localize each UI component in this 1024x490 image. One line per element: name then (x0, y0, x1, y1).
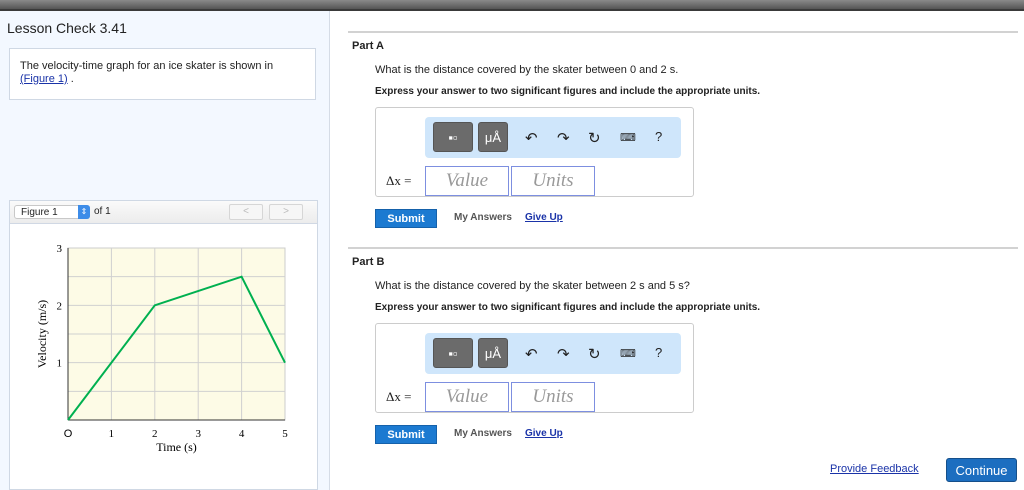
x-tick-label: 2 (152, 428, 158, 440)
x-axis-label: Time (s) (156, 440, 197, 454)
divider (348, 31, 1018, 33)
math-toolbar: ▪▫ μÅ ↶ ↷ ↻ ⌨ ? (425, 117, 681, 158)
figure-header: Figure 1 ⇕ of 1 < > (10, 201, 317, 224)
reset-icon[interactable]: ↻ (588, 345, 601, 363)
intro-text: The velocity-time graph for an ice skate… (20, 60, 274, 72)
y-axis-label: Velocity (m/s) (35, 300, 49, 368)
question-text: What is the distance covered by the skat… (375, 64, 679, 76)
figure-count: of 1 (94, 206, 111, 217)
submit-button[interactable]: Submit (375, 209, 437, 228)
help-icon[interactable]: ? (655, 345, 662, 360)
variable-label: Δx = (386, 389, 412, 404)
next-figure-button[interactable]: > (269, 204, 303, 220)
velocity-time-chart: O 1 2 3 4 5123Time (s)Velocity (m/s) (35, 243, 288, 454)
instruction-text: Express your answer to two significant f… (375, 302, 761, 313)
intro-after: . (67, 73, 74, 85)
select-arrows-icon: ⇕ (78, 205, 90, 219)
reset-icon[interactable]: ↻ (588, 129, 601, 147)
y-tick-label: 3 (57, 243, 63, 255)
undo-icon[interactable]: ↶ (525, 129, 538, 147)
redo-icon[interactable]: ↷ (557, 345, 570, 363)
x-tick-label: 4 (239, 428, 245, 440)
answer-box: ▪▫ μÅ ↶ ↷ ↻ ⌨ ? Δx = Value Units (375, 107, 694, 197)
math-toolbar: ▪▫ μÅ ↶ ↷ ↻ ⌨ ? (425, 333, 681, 374)
undo-icon[interactable]: ↶ (525, 345, 538, 363)
give-up-link[interactable]: Give Up (525, 212, 563, 223)
figure-select-value: Figure 1 (21, 207, 58, 218)
part-label: Part B (352, 256, 385, 268)
units-input[interactable]: Units (511, 382, 595, 412)
answer-box: ▪▫ μÅ ↶ ↷ ↻ ⌨ ? Δx = Value Units (375, 323, 694, 413)
help-icon[interactable]: ? (655, 129, 662, 144)
value-input[interactable]: Value (425, 166, 509, 196)
units-input[interactable]: Units (511, 166, 595, 196)
x-tick-label: O (64, 428, 73, 440)
units-button[interactable]: μÅ (478, 122, 508, 152)
template-button[interactable]: ▪▫ (433, 338, 473, 368)
variable-label: Δx = (386, 173, 412, 188)
keyboard-icon[interactable]: ⌨ (620, 131, 636, 144)
my-answers-link[interactable]: My Answers (454, 428, 512, 439)
submit-button[interactable]: Submit (375, 425, 437, 444)
part-label: Part A (352, 40, 384, 52)
divider (348, 247, 1018, 249)
give-up-link[interactable]: Give Up (525, 428, 563, 439)
intro-box: The velocity-time graph for an ice skate… (9, 48, 316, 100)
continue-button[interactable]: Continue (946, 458, 1017, 482)
x-tick-label: 3 (195, 428, 201, 440)
top-bar (0, 0, 1024, 11)
figure-link[interactable]: (Figure 1) (20, 73, 68, 85)
prev-figure-button[interactable]: < (229, 204, 263, 220)
provide-feedback-link[interactable]: Provide Feedback (830, 463, 919, 475)
y-tick-label: 1 (57, 358, 63, 370)
units-button[interactable]: μÅ (478, 338, 508, 368)
redo-icon[interactable]: ↷ (557, 129, 570, 147)
instruction-text: Express your answer to two significant f… (375, 86, 761, 97)
template-button[interactable]: ▪▫ (433, 122, 473, 152)
figure-select[interactable]: Figure 1 ⇕ (14, 205, 90, 219)
x-tick-label: 5 (282, 428, 288, 440)
figure-panel: Figure 1 ⇕ of 1 < > O 1 2 3 4 5 1 2 3 Time (s) Velo… (9, 200, 318, 490)
value-input[interactable]: Value (425, 382, 509, 412)
x-tick-label: 1 (109, 428, 115, 440)
keyboard-icon[interactable]: ⌨ (620, 347, 636, 360)
y-tick-label: 2 (57, 300, 63, 312)
lesson-title: Lesson Check 3.41 (7, 20, 127, 36)
my-answers-link[interactable]: My Answers (454, 212, 512, 223)
question-text: What is the distance covered by the skat… (375, 280, 690, 292)
